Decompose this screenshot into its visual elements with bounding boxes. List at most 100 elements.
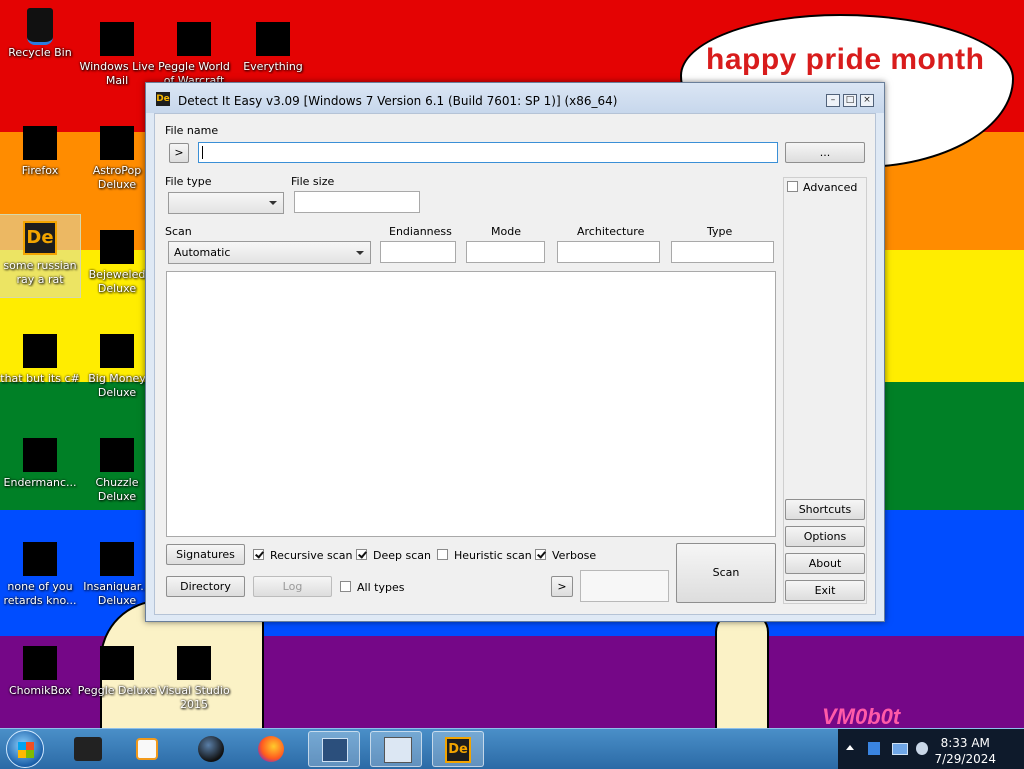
about-button[interactable]: About [785,553,865,574]
taskbar: De 8:33 AM 7/29/2024 [0,728,1024,769]
window-title: Detect It Easy v3.09 [Windows 7 Version … [178,94,618,108]
globe-icon [198,736,224,762]
network-icon[interactable] [868,742,880,755]
options-button[interactable]: Options [785,526,865,547]
architecture-label: Architecture [577,225,645,238]
desktop-icon-that-but-its-csharp[interactable]: that but its c# [0,334,80,386]
game-icon [100,646,134,680]
window-client: File name > ... File type File size Scan… [154,113,876,615]
chevron-down-icon [356,250,364,255]
endianness-label: Endianness [389,225,452,238]
all-types-checkbox[interactable] [340,581,351,592]
type-field [671,241,774,263]
folder-icon [23,334,57,368]
advanced-label: Advanced [803,181,858,194]
desktop-icon-peggle-deluxe[interactable]: Peggle Deluxe [77,646,157,698]
scan-button[interactable]: Scan [676,543,776,603]
file-name-label: File name [165,124,219,137]
file-type-combo[interactable] [168,192,284,214]
show-hidden-icons[interactable] [846,745,854,750]
watermark: VM0b0t [822,704,901,729]
directory-button[interactable]: Directory [166,576,245,597]
text-caret [202,146,203,159]
window-icon [384,737,412,763]
clock-date: 7/29/2024 [934,752,996,766]
cartoon-shape-right [715,612,769,732]
taskbar-item-win7[interactable] [370,731,422,767]
taskbar-item-1[interactable] [62,731,114,767]
verbose-checkbox[interactable] [535,549,546,560]
results-area[interactable] [166,271,776,537]
clock-time: 8:33 AM [940,736,990,750]
verbose-label: Verbose [552,549,597,562]
taskbar-item-virtualbox[interactable] [308,731,360,767]
taskbar-item-2[interactable] [122,731,174,767]
recursive-scan-label: Recursive scan [270,549,353,562]
desktop-icon-endermanch[interactable]: Endermanc... [0,438,80,490]
desktop-icon-windows-live-mail[interactable]: Windows Live Mail [77,22,157,88]
game-icon [100,126,134,160]
clock[interactable]: 8:33 AM 7/29/2024 [934,735,996,767]
search-icon [256,22,290,56]
desktop-icon-firefox[interactable]: Firefox [0,126,80,178]
desktop-icon-chomikbox[interactable]: ChomikBox [0,646,80,698]
die-app-icon: De [156,92,170,106]
file-name-arrow-button[interactable]: > [169,143,189,163]
file-type-label: File type [165,175,212,188]
monitor-icon[interactable] [892,743,908,755]
visual-studio-icon [177,646,211,680]
desktop-icon-peggle-wow[interactable]: Peggle World of Warcraft [154,22,234,88]
desktop-icon-everything[interactable]: Everything [233,22,313,74]
all-types-label: All types [357,581,405,594]
deep-scan-checkbox[interactable] [356,549,367,560]
desktop-icon-none-of-you[interactable]: none of you retards kno... [0,542,80,608]
endianness-field [380,241,456,263]
tray-area: 8:33 AM 7/29/2024 [838,729,1024,769]
close-button[interactable]: × [860,94,874,107]
architecture-field [557,241,660,263]
browse-button[interactable]: ... [785,142,865,163]
progress-box [580,570,669,602]
desktop-icon-die[interactable]: De some russian ray a rat [0,214,81,298]
heuristic-scan-checkbox[interactable] [437,549,448,560]
file-size-field [294,191,420,213]
chevron-down-icon [269,201,277,205]
minimize-button[interactable]: – [826,94,840,107]
type-label: Type [707,225,733,238]
game-icon [177,22,211,56]
app-icon [23,542,57,576]
next-arrow-button[interactable]: > [551,576,573,597]
die-icon: De [23,221,57,255]
scan-mode-combo[interactable]: Automatic [168,241,371,264]
firefox-icon [23,126,57,160]
advanced-checkbox[interactable] [787,181,798,192]
start-button[interactable] [6,730,44,768]
mail-icon [100,22,134,56]
volume-icon[interactable] [916,742,928,755]
app-icon [23,646,57,680]
app-icon [74,737,102,761]
firefox-icon [258,736,284,762]
file-name-input[interactable] [198,142,778,163]
maximize-button[interactable]: □ [843,94,857,107]
heuristic-scan-label: Heuristic scan [454,549,532,562]
game-icon [100,542,134,576]
recursive-scan-checkbox[interactable] [253,549,264,560]
taskbar-item-3[interactable] [186,731,238,767]
taskbar-item-die[interactable]: De [432,731,484,767]
app-icon [23,438,57,472]
desktop-icon-visual-studio[interactable]: Visual Studio 2015 [154,646,234,712]
shortcuts-button[interactable]: Shortcuts [785,499,865,520]
title-bar[interactable]: De Detect It Easy v3.09 [Windows 7 Versi… [146,83,884,113]
windows-logo-icon [18,742,34,758]
game-icon [100,230,134,264]
taskbar-item-firefox[interactable] [246,731,298,767]
signatures-button[interactable]: Signatures [166,544,245,565]
recycle-bin-icon [23,8,57,45]
game-icon [100,334,134,368]
media-player-icon [136,738,158,760]
exit-button[interactable]: Exit [785,580,865,601]
deep-scan-label: Deep scan [373,549,431,562]
log-button[interactable]: Log [253,576,332,597]
desktop-icon-recycle-bin[interactable]: Recycle Bin [0,8,80,60]
